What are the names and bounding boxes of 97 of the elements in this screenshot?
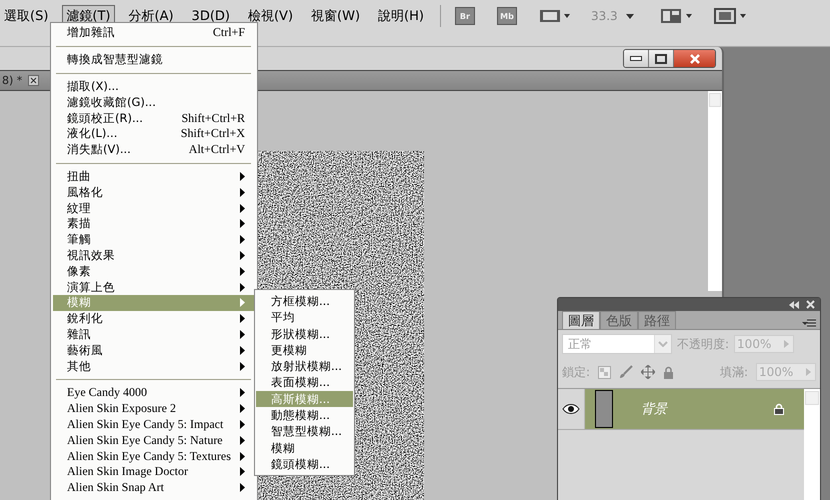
- menu-item-label: 擷取(X)...: [67, 78, 119, 94]
- layer-name: 背景: [641, 401, 667, 418]
- menu-item[interactable]: Alien Skin Exposure 2: [53, 400, 255, 417]
- menu-item[interactable]: 轉換成智慧型濾鏡: [53, 52, 255, 68]
- document-tab[interactable]: 8) *: [2, 74, 22, 87]
- menu-item-label: 雜訊: [67, 326, 91, 342]
- eye-icon[interactable]: [562, 403, 580, 415]
- menu-item[interactable]: 筆觸: [53, 232, 255, 248]
- scrollbar[interactable]: [804, 389, 820, 500]
- menu-item[interactable]: 像素: [53, 263, 255, 280]
- menu-item-label: 筆觸: [67, 232, 91, 248]
- close-icon: [688, 54, 702, 64]
- menu-item[interactable]: 平均: [256, 309, 353, 326]
- menu-item-label: Alien Skin Eye Candy 5: Textures: [67, 448, 231, 464]
- menu-item[interactable]: 放射狀模糊...: [256, 358, 353, 374]
- menu-item[interactable]: 增加雜訊 Ctrl+F: [53, 25, 255, 41]
- menu-item-label: Eye Candy 4000: [67, 385, 147, 400]
- menu-item-label: 像素: [67, 264, 91, 279]
- menu-item-label: 其他: [67, 358, 91, 374]
- shortcut-text: Shift+Ctrl+R: [181, 110, 245, 126]
- layout-dropdown-icon[interactable]: [660, 8, 694, 24]
- menu-item[interactable]: 視訊效果: [53, 248, 255, 264]
- menu-item[interactable]: 形狀模糊...: [256, 326, 353, 342]
- menu-item[interactable]: Alien Skin Eye Candy 5: Textures: [53, 448, 255, 464]
- menu-item-label: Alien Skin Exposure 2: [67, 401, 176, 416]
- menu-item-label: 扭曲: [67, 168, 91, 184]
- maximize-button[interactable]: [649, 50, 674, 67]
- layer-thumbnail: [595, 390, 613, 428]
- chevron-down-icon: [658, 341, 668, 347]
- menu-item[interactable]: 紋理: [53, 200, 255, 216]
- menu-item-label: 消失點(V)...: [67, 142, 131, 158]
- menu-item[interactable]: 擷取(X)...: [53, 78, 255, 94]
- menu-item-label: 濾鏡收藏館(G)...: [67, 94, 156, 110]
- menu-item[interactable]: 藝術風: [53, 342, 255, 358]
- caret-icon: [626, 14, 634, 18]
- menu-item[interactable]: Alien Skin Eye Candy 5: Nature: [53, 432, 255, 448]
- opacity-label: 不透明度:: [677, 336, 730, 352]
- film-dropdown-icon[interactable]: [538, 8, 571, 24]
- menu-item-label: 增加雜訊: [67, 25, 115, 40]
- menu-item[interactable]: Alien Skin Snap Art: [53, 480, 255, 496]
- menu-item[interactable]: 銳利化: [53, 310, 255, 327]
- menu-item-label: 銳利化: [67, 311, 103, 326]
- menu-item[interactable]: 濾鏡收藏館(G)...: [53, 94, 255, 110]
- menu-item-label: 轉換成智慧型濾鏡: [67, 52, 163, 68]
- menu-item[interactable]: 消失點(V)... Alt+Ctrl+V: [53, 142, 255, 158]
- close-icon[interactable]: [28, 75, 40, 86]
- menu-item-label: 演算上色: [67, 280, 115, 295]
- menu-item[interactable]: 演算上色: [53, 279, 255, 295]
- menu-item[interactable]: 選取(S): [0, 5, 52, 27]
- menu-item[interactable]: Alien Skin Image Doctor: [53, 464, 255, 480]
- checkerboard-icon[interactable]: [598, 366, 612, 378]
- menu-item-label: 藝術風: [67, 342, 103, 358]
- menu-item[interactable]: 其他: [53, 358, 255, 374]
- lock-label: 鎖定:: [562, 364, 590, 380]
- menu-item[interactable]: 方框模糊...: [256, 293, 353, 310]
- menu-item[interactable]: 鏡頭校正(R)... Shift+Ctrl+R: [53, 110, 255, 126]
- menu-item[interactable]: 鏡頭模糊...: [256, 456, 353, 472]
- menu-item[interactable]: 液化(L)... Shift+Ctrl+X: [53, 126, 255, 142]
- menu-item-label: Alien Skin Snap Art: [67, 480, 164, 496]
- menu-item-label: 模糊: [67, 295, 91, 310]
- menu-item[interactable]: 更模糊: [256, 342, 353, 358]
- menu-item[interactable]: 表面模糊...: [256, 374, 353, 391]
- menu-item-label: Alien Skin Eye Candy 5: Nature: [67, 432, 223, 448]
- menu-item[interactable]: 分析(A): [124, 5, 178, 27]
- menu-item[interactable]: Eye Candy 4000: [53, 384, 255, 401]
- menu-item[interactable]: Alien Skin Eye Candy 5: Impact: [53, 416, 255, 432]
- menu-item-label: 視訊效果: [67, 248, 115, 263]
- menu-item-label: Alien Skin Eye Candy 5: Impact: [67, 416, 224, 432]
- shortcut-text: Ctrl+F: [212, 25, 245, 40]
- fill-label: 填滿:: [720, 364, 748, 380]
- menu-item[interactable]: 說明(H): [374, 5, 428, 27]
- menu-item-label: Alien Skin Image Doctor: [67, 464, 188, 480]
- panel-menu-icon[interactable]: [802, 319, 816, 329]
- scrollbar[interactable]: [708, 91, 722, 291]
- menu-item[interactable]: 檢視(V): [244, 5, 298, 27]
- menu-item[interactable]: 素描: [53, 216, 255, 232]
- menu-item[interactable]: 雜訊: [53, 326, 255, 342]
- menu-item[interactable]: 動態模糊...: [256, 407, 353, 424]
- menu-item[interactable]: 模糊: [256, 440, 353, 456]
- menu-item-label: 素描: [67, 216, 91, 232]
- menu-item-label: 鏡頭校正(R)...: [67, 110, 143, 126]
- menu-item[interactable]: 智慧型模糊...: [256, 423, 353, 440]
- menu-item[interactable]: 風格化: [53, 184, 255, 200]
- shortcut-text: Shift+Ctrl+X: [180, 126, 245, 142]
- shortcut-text: Alt+Ctrl+V: [188, 142, 245, 158]
- menu-item[interactable]: 3D(D): [188, 6, 234, 26]
- screen-mode-dropdown-icon[interactable]: [714, 8, 748, 24]
- move-icon[interactable]: [641, 365, 656, 379]
- panel-tab[interactable]: 圖層: [562, 311, 600, 329]
- close-button[interactable]: [674, 50, 715, 67]
- collapse-icon[interactable]: [788, 300, 800, 308]
- menu-item[interactable]: 扭曲: [53, 168, 255, 184]
- minimize-button[interactable]: [624, 50, 649, 67]
- menu-item-label: 風格化: [67, 184, 103, 200]
- menu-item[interactable]: 視窗(W): [307, 5, 364, 27]
- menu-item-label: 紋理: [67, 200, 91, 216]
- menu-item-label: 液化(L)...: [67, 126, 118, 142]
